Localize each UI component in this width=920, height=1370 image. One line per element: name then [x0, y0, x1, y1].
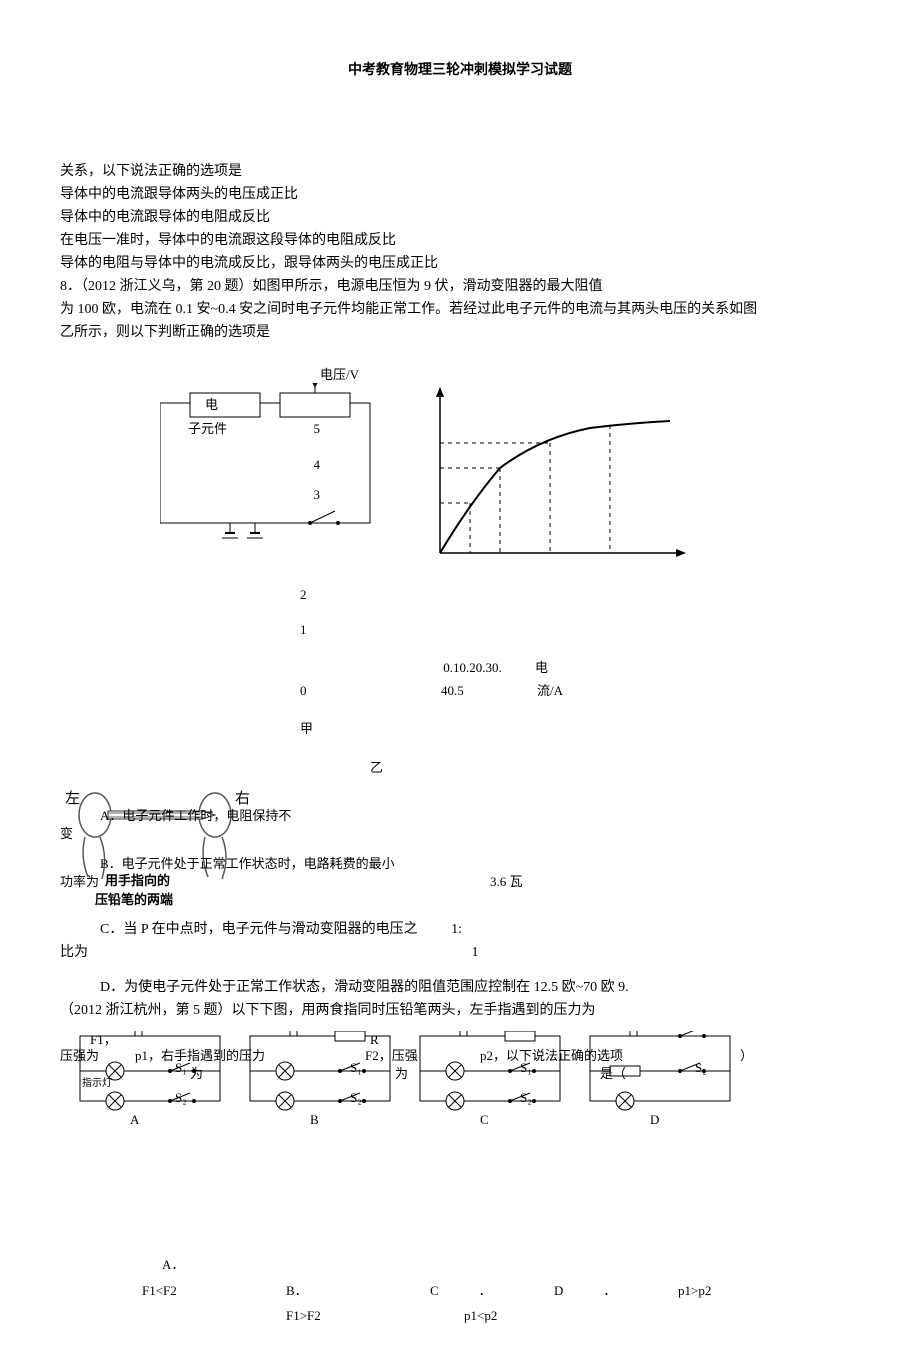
q9-optA-val: F1<F2 [62, 1279, 278, 1303]
circuit-c-s2: S₂ [520, 1089, 532, 1107]
circuit-a-s2: S₂ [175, 1089, 187, 1107]
q8-optB-line1: B．电子元件处于正常工作状态时，电路耗费的最小 [100, 855, 395, 873]
q9-source: （2012 浙江杭州，第 5 题）以下下图，用两食指同时压铅笔两头，左手指遇到的… [60, 1000, 860, 1021]
q8-src-text: （2012 浙江义乌，第 20 题）如图甲所示，电源电压恒为 9 伏，滑动变阻器… [81, 279, 603, 294]
y-tick-3: 3 [300, 485, 320, 505]
q8-number: 8． [60, 279, 81, 294]
q9-answer-row: A． F1<F2 B． C ． D ． p1>p2 F1>F2 p1<p2 [60, 1251, 860, 1330]
q8-optC-val2: 1 [472, 945, 479, 960]
q9-optA-label: A． [62, 1253, 278, 1277]
x-ticks-row1: 0.10.20.30. [443, 660, 502, 675]
q9-optD-val: p1>p2 [672, 1279, 858, 1303]
q8-optC-line2: 比为 [60, 945, 88, 960]
q8-optA-line1: A．电子元件工作时，电阻保持不 [100, 807, 291, 825]
q8-optB-line2: 功率为 [60, 873, 99, 891]
q9-optD-label: D [554, 1283, 563, 1298]
circuit-b-s1: S₁ [350, 1059, 362, 1077]
q8-optD: D．为使电子元件处于正常工作状态，滑动变阻器的阻值范围应控制在 12.5 欧~7… [100, 977, 860, 998]
circuit-diagram-jia: 电 子元件 5 4 3 [160, 383, 400, 563]
q9-p2-text: p2，以下说法正确的选项 [480, 1047, 623, 1065]
circuit-b-s2: S₂ [350, 1089, 362, 1107]
pencil-caption-line1: 用手指向的 [105, 872, 170, 890]
circuit-svg [160, 383, 400, 563]
circuit-b-label: B [310, 1111, 319, 1129]
q7-option-b: 导体中的电流跟导体的电阻成反比 [60, 207, 860, 228]
circuit-a-label: A [130, 1111, 139, 1129]
circuit-c-label: C [480, 1111, 489, 1129]
q9-shi: 是（ [600, 1065, 626, 1083]
x-axis-label-unit: 流/A [537, 683, 563, 698]
circuit-a [70, 1031, 230, 1121]
caption-jia: 甲 [300, 717, 860, 740]
q7-option-d: 导体的电阻与导体中的电流成反比，跟导体两头的电压成正比 [60, 253, 860, 274]
q9-optD-dot: ． [603, 1283, 616, 1298]
q8-optB-val: 3.6 瓦 [490, 873, 523, 891]
indicator-label: 指示灯 [82, 1077, 112, 1091]
q9-answer-table: A． F1<F2 B． C ． D ． p1>p2 F1>F2 p1<p2 [60, 1251, 860, 1330]
q8-optC-val1: 1: [451, 922, 462, 937]
q8-optC-cont: 比为 1 [60, 942, 860, 963]
q8-optC: C．当 P 在中点时，电子元件与滑动变阻器的电压之 1: [100, 919, 860, 940]
graph-diagram-yi [420, 383, 700, 563]
four-circuit-row: F1， 压强为 S₁ 指示灯 S₂ A p1，右手指遇到的压力 R S₁ S₂ … [60, 1031, 860, 1131]
q8-body2: 乙所示，则以下判断正确的选项是 [60, 322, 860, 343]
voltage-axis-label: 电压/V [320, 365, 359, 385]
component-label-line2: 子元件 [188, 419, 227, 439]
x-axis-label-char1: 电 [535, 660, 548, 675]
q9-optC-dot: ． [479, 1283, 492, 1298]
circuit-c [410, 1031, 570, 1121]
q7-stem: 关系，以下说法正确的选项是 [60, 161, 860, 182]
y-tick-1: 1 [300, 618, 860, 641]
q9-p1-text: p1，右手指遇到的压力 [135, 1047, 265, 1065]
q9-optB-val: F1>F2 [280, 1304, 422, 1328]
q8-source: 8．（2012 浙江义乌，第 20 题）如图甲所示，电源电压恒为 9 伏，滑动变… [60, 276, 860, 297]
q9-pressure-label: 压强为 [60, 1047, 99, 1065]
caption-yi: 乙 [370, 758, 860, 778]
y-tick-5: 5 [300, 419, 320, 439]
hand-left-label: 左 [65, 789, 80, 810]
x-tick-last: 40.5 [441, 683, 464, 698]
q8-optC-line1: C．当 P 在中点时，电子元件与滑动变阻器的电压之 [100, 922, 418, 937]
q8-optA-line2: 变 [60, 825, 73, 843]
y-tick-2: 2 [300, 583, 860, 606]
circuit-d-s2: S₂ [695, 1059, 707, 1077]
graph-svg [420, 383, 700, 563]
pencil-caption-line2: 压铅笔的两端 [95, 891, 173, 909]
y-tick-4: 4 [300, 455, 320, 475]
q9-wei1: 为 [190, 1065, 203, 1083]
q7-option-c: 在电压一准时，导体中的电流跟这段导体的电阻成反比 [60, 230, 860, 251]
q8-diagram-area: 电压/V 电 子元件 5 4 3 [60, 373, 860, 573]
page-header: 中考教育物理三轮冲刺模拟学习试题 [60, 60, 860, 81]
q9-paren: ） [740, 1047, 753, 1065]
q7-option-a: 导体中的电流跟导体两头的电压成正比 [60, 184, 860, 205]
q9-optC-label: C [430, 1283, 439, 1298]
circuit-d-label: D [650, 1111, 659, 1129]
q9-optB-label: B． [280, 1279, 422, 1303]
q8-body1: 为 100 欧，电流在 0.1 安~0.4 安之间时电子元件均能正常工作。若经过… [60, 299, 860, 320]
q9-f2-text: F2，压强 [365, 1047, 418, 1065]
below-numbers-block: 2 1 0.10.20.30. 电 0 40.5 流/A 甲 [300, 583, 860, 740]
component-label-line1: 电 [205, 395, 218, 415]
q9-wei2: 为 [395, 1065, 408, 1083]
pencil-hands-area: 左 右 A．电子元件工作时，电阻保持不 变 B．电子元件处于正常工作状态时，电路… [60, 787, 860, 917]
q9-optC-val: p1<p2 [424, 1304, 546, 1328]
y-tick-0: 0 [300, 683, 307, 698]
